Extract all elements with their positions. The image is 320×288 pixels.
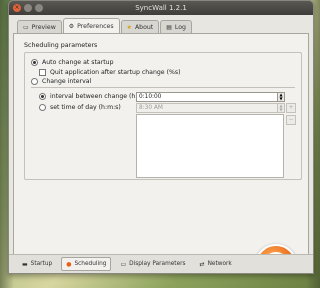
window-controls: × xyxy=(13,4,43,12)
interval-spinner[interactable]: ▲ ▼ xyxy=(277,92,285,102)
network-icon: ⇄ xyxy=(199,260,205,268)
change-interval-option[interactable]: Change interval xyxy=(31,78,91,85)
scheduling-group-title: Scheduling parameters xyxy=(24,42,98,49)
preferences-pane: Scheduling parameters Auto change at sta… xyxy=(13,33,309,273)
time-of-day-label: set time of day (h:m:s) xyxy=(50,104,121,111)
auto-change-label: Auto change at startup xyxy=(42,59,114,66)
tab-label: Preferences xyxy=(77,23,114,30)
close-button[interactable]: × xyxy=(13,4,21,12)
interval-option[interactable]: interval between change (h:m:s) xyxy=(39,93,151,100)
tab-startup[interactable]: ▬ Startup xyxy=(17,257,57,271)
remove-icon: − xyxy=(288,116,294,123)
tab-preferences[interactable]: ⚙ Preferences xyxy=(62,18,120,34)
change-interval-radio[interactable] xyxy=(31,78,38,85)
tab-label: Network xyxy=(207,261,232,267)
quit-after-label: Quit application after startup change (%… xyxy=(50,69,181,76)
monitor-icon: ▭ xyxy=(120,260,127,268)
preview-icon: ▭ xyxy=(23,24,29,31)
divider xyxy=(31,87,295,88)
tab-display-parameters[interactable]: ▭ Display Parameters xyxy=(115,257,190,271)
log-icon: ▤ xyxy=(166,24,172,31)
star-icon: ★ xyxy=(126,24,132,31)
gear-icon: ⚙ xyxy=(68,23,75,30)
scheduling-group: Auto change at startup Quit application … xyxy=(24,52,302,180)
tab-label: Log xyxy=(174,24,186,31)
clock-small-icon: ● xyxy=(66,260,72,268)
tab-log[interactable]: ▤ Log xyxy=(160,20,192,34)
tab-scheduling[interactable]: ● Scheduling xyxy=(61,257,112,271)
tab-label: About xyxy=(134,24,154,31)
tab-network[interactable]: ⇄ Network xyxy=(195,257,237,271)
title-bar: × SyncWall 1.2.1 xyxy=(9,1,313,15)
auto-change-option[interactable]: Auto change at startup xyxy=(31,59,114,66)
time-of-day-option[interactable]: set time of day (h:m:s) xyxy=(39,104,121,111)
tab-label: Scheduling xyxy=(74,261,107,267)
time-of-day-radio[interactable] xyxy=(39,104,46,111)
startup-icon: ▬ xyxy=(22,260,28,268)
add-time-button[interactable]: + xyxy=(286,103,296,113)
time-of-day-input[interactable]: 8:30 AM xyxy=(136,103,278,113)
interval-radio[interactable] xyxy=(39,93,46,100)
time-of-day-spinner[interactable]: ▲ ▼ xyxy=(277,103,285,113)
change-interval-label: Change interval xyxy=(42,78,92,85)
tab-about[interactable]: ★ About xyxy=(120,20,160,34)
window-title: SyncWall 1.2.1 xyxy=(135,4,187,12)
bottom-tabs: ▬ Startup ● Scheduling ▭ Display Paramet… xyxy=(9,254,313,273)
tab-label: Preview xyxy=(31,24,56,31)
remove-time-button[interactable]: − xyxy=(286,115,296,125)
interval-input[interactable]: 0:10:00 xyxy=(136,92,278,102)
quit-after-option[interactable]: Quit application after startup change (%… xyxy=(39,69,181,76)
add-icon: + xyxy=(288,104,294,111)
auto-change-radio[interactable] xyxy=(31,59,38,66)
tab-label: Display Parameters xyxy=(129,261,186,267)
time-list[interactable] xyxy=(136,114,284,178)
minimize-button[interactable] xyxy=(24,4,32,12)
top-tabs: ▭ Preview ⚙ Preferences ★ About ▤ Log xyxy=(17,18,192,34)
maximize-button[interactable] xyxy=(35,4,43,12)
tab-label: Startup xyxy=(30,261,53,267)
tab-preview[interactable]: ▭ Preview xyxy=(17,20,62,34)
app-window: × SyncWall 1.2.1 ▭ Preview ⚙ Preferences… xyxy=(8,0,314,274)
quit-after-checkbox[interactable] xyxy=(39,69,46,76)
